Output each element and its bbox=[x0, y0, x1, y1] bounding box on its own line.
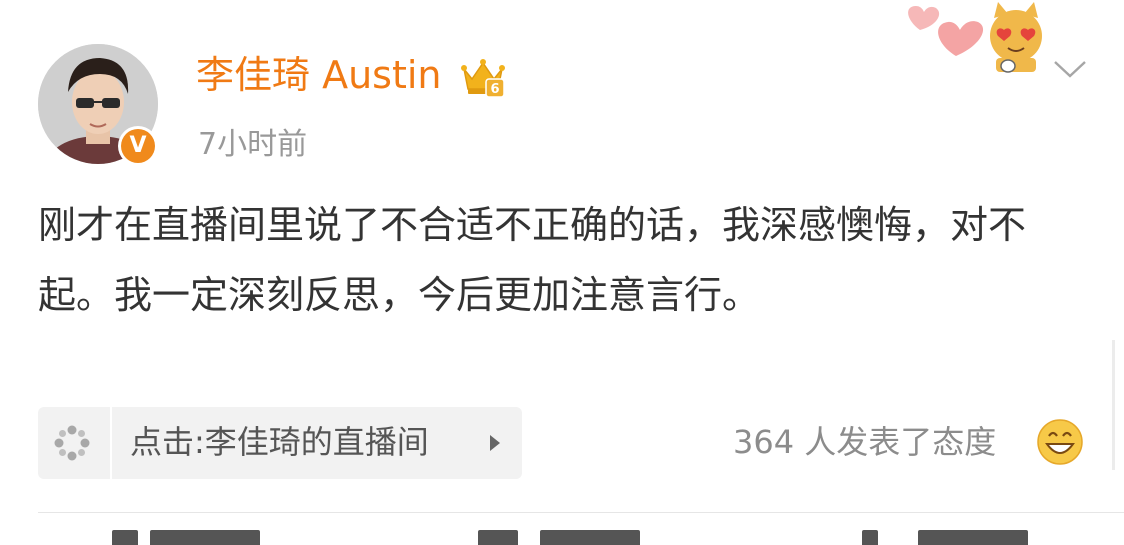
weibo-post-card: V 李佳琦 Austin 6 7小时前 刚才在直播间里说了不合适不正确的话，我深… bbox=[0, 0, 1124, 545]
live-room-link[interactable]: 点击:李佳琦的直播间 bbox=[38, 407, 522, 479]
post-body-text: 刚才在直播间里说了不合适不正确的话，我深感懊悔，对不起。我一定深刻反思，今后更加… bbox=[38, 203, 1027, 317]
live-broadcast-icon bbox=[54, 425, 90, 461]
comment-icon[interactable] bbox=[478, 530, 518, 545]
smile-icon[interactable] bbox=[1036, 418, 1084, 466]
post-timestamp: 7小时前 bbox=[198, 127, 308, 162]
scrollbar[interactable] bbox=[1112, 340, 1115, 470]
comment-count bbox=[540, 530, 640, 545]
verified-badge-icon: V bbox=[118, 126, 158, 166]
action-bar-separator bbox=[38, 512, 1124, 513]
crown-icon[interactable]: 6 bbox=[460, 55, 506, 99]
repost-count bbox=[150, 530, 260, 545]
action-bar bbox=[0, 530, 1124, 545]
like-icon[interactable] bbox=[862, 530, 878, 545]
live-room-link-label: 点击:李佳琦的直播间 bbox=[130, 423, 429, 461]
level-number: 6 bbox=[490, 82, 499, 97]
attitude-count[interactable]: 364 人发表了态度 bbox=[733, 420, 996, 464]
like-count bbox=[918, 530, 1028, 545]
hearts-cat-decoration-icon bbox=[908, 2, 1042, 73]
repost-icon[interactable] bbox=[112, 530, 138, 545]
arrow-right-icon bbox=[490, 435, 500, 451]
link-divider bbox=[110, 407, 112, 479]
username[interactable]: 李佳琦 Austin bbox=[196, 52, 442, 98]
chevron-down-icon[interactable] bbox=[1052, 57, 1088, 81]
